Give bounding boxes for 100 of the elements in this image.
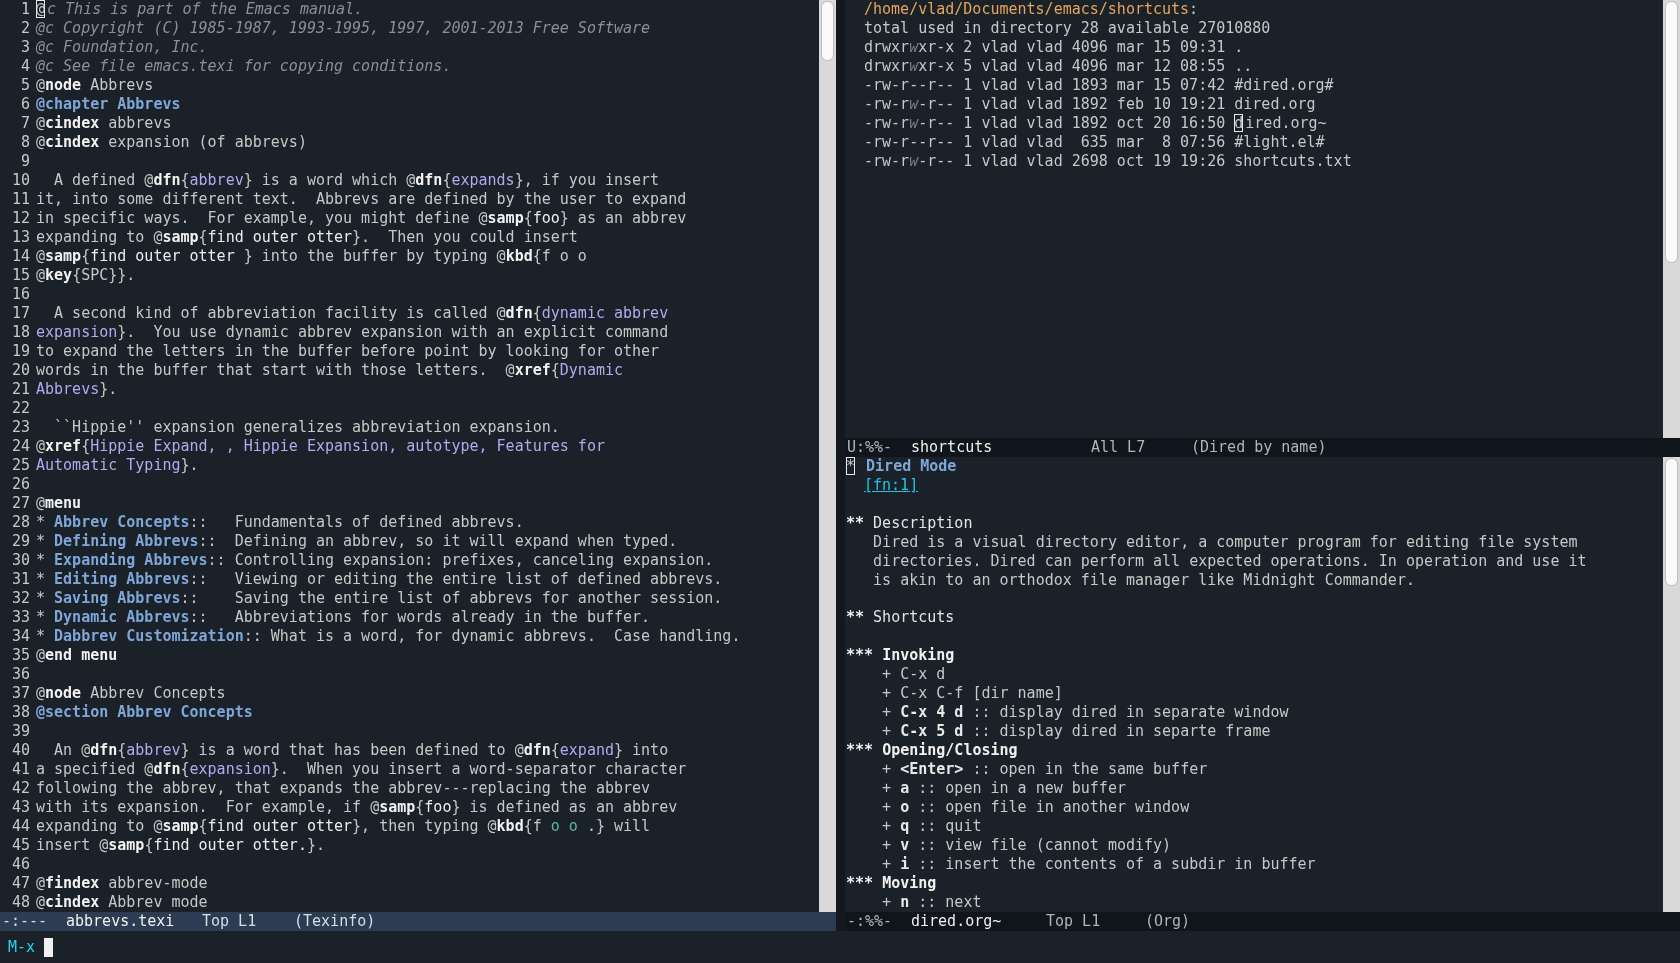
code-line: @cindex abbrevs [36, 114, 172, 133]
code-line: ``Hippie'' expansion generalizes abbreviation expansion. [53, 418, 560, 437]
line-number: 6 [20, 95, 30, 114]
code-line: following the abbrev, that expands the abbrev---replacing the abbrev [36, 779, 651, 798]
code-line: drwxrwxr-x 5 vlad vlad 4096 mar 12 08:55 .. [864, 57, 1253, 76]
code-line: is akin to an orthodox file manager like Midnight Commander. [872, 570, 1415, 590]
code-line: * Dynamic Abbrevs:: Abbreviations for words already in the buffer. [36, 608, 651, 627]
line-number: 28 [11, 513, 30, 532]
line-number: 31 [11, 570, 30, 589]
code-line: @end menu [36, 646, 118, 665]
code-line: *** Opening/Closing [846, 741, 1018, 760]
line-number: 18 [11, 323, 30, 342]
line-number: 4 [20, 57, 30, 76]
code-line: to expand the letters in the buffer before point by looking for other [36, 342, 660, 361]
line-number: 23 [11, 418, 30, 437]
code-line: @menu [36, 494, 82, 513]
code-line: [fn:1] [863, 476, 919, 495]
line-number: 48 [11, 893, 30, 912]
line-number: 21 [11, 380, 30, 399]
line-number: 35 [11, 646, 30, 665]
code-line: with its expansion. For example, if @samp{foo} is defined as an abbrev [36, 798, 678, 817]
line-number: 26 [11, 475, 30, 494]
code-line: @chapter Abbrevs [36, 95, 181, 114]
line-number: 3 [20, 38, 30, 57]
line-number: 8 [20, 133, 30, 152]
code-line: @cindex Abbrev mode [36, 893, 208, 912]
line-number: 20 [11, 361, 30, 380]
code-line: it, into some different text. Abbrevs are defined by the user to expand [36, 190, 687, 209]
cursor-position: Top L1 [1046, 912, 1102, 931]
major-mode: (Texinfo) [294, 912, 376, 931]
code-line: @node Abbrev Concepts [36, 684, 226, 703]
modified-status: U:%%- [847, 438, 894, 457]
line-number: 41 [11, 760, 30, 779]
code-line: @c See file emacs.texi for copying conditions. [36, 57, 452, 76]
code-line: A defined @dfn{abbrev} is a word which @dfn{expands}, if you insert [53, 171, 660, 190]
code-line: * Defining Abbrevs:: Defining an abbrev, so it will expand when typed. [36, 532, 678, 551]
code-line: /home/vlad/Documents/emacs/shortcuts: [864, 0, 1199, 19]
code-line: * Expanding Abbrevs:: Controlling expansion: prefixes, canceling expansion. [36, 551, 714, 570]
line-number: 1 [20, 0, 30, 19]
line-number: 7 [20, 114, 30, 133]
modified-status: -:%%- [847, 912, 894, 931]
code-line: @c Foundation, Inc. [36, 38, 208, 57]
code-line: + n :: next [881, 893, 982, 912]
line-number: 10 [11, 171, 30, 190]
scrollbar-thumb[interactable] [1665, 1, 1678, 263]
code-line: + q :: quit [881, 817, 982, 836]
code-line: expanding to @samp{find outer otter}. Then you could insert [36, 228, 578, 247]
line-number: 34 [11, 627, 30, 646]
line-number: 30 [11, 551, 30, 570]
code-line: @samp{find outer otter } into the buffer by typing @kbd{f o o [36, 247, 587, 266]
code-line: expansion}. You use dynamic abbrev expansion with an explicit command [36, 323, 669, 342]
buffer-name: shortcuts [911, 438, 994, 457]
line-number: 36 [11, 665, 30, 684]
code-line: -rw-r--r-- 1 vlad vlad 635 mar 8 07:56 #light.el# [864, 133, 1325, 152]
line-number: 25 [11, 456, 30, 475]
scrollbar-thumb[interactable] [1665, 458, 1678, 586]
line-number: 5 [20, 76, 30, 95]
code-line: + a :: open in a new buffer [881, 779, 1126, 798]
line-number: 45 [11, 836, 30, 855]
line-number: 47 [11, 874, 30, 893]
code-line: @findex abbrev-mode [36, 874, 208, 893]
code-line: Dired is a visual directory editor, a computer program for editing file system [872, 532, 1578, 552]
buffer-name: abbrevs.texi [66, 912, 176, 931]
line-number: 16 [11, 285, 30, 304]
code-line: Automatic Typing}. [36, 456, 199, 475]
code-line: @node Abbrevs [36, 76, 154, 95]
major-mode: (Org) [1145, 912, 1191, 931]
code-line: a specified @dfn{expansion}. When you insert a word-separator character [36, 760, 687, 779]
line-number: 46 [11, 855, 30, 874]
line-number: 37 [11, 684, 30, 703]
line-number: 39 [11, 722, 30, 741]
line-number: 13 [11, 228, 30, 247]
code-line: * Dabbrev Customization:: What is a word, for dynamic abbrevs. Case handling. [36, 627, 741, 646]
code-line: expanding to @samp{find outer otter}, then typing @kbd{f o o .} will [36, 817, 651, 836]
code-line: @cindex expansion (of abbrevs) [36, 133, 307, 152]
line-number: 12 [11, 209, 30, 228]
minibuffer-prompt: M-x [8, 937, 36, 957]
code-line: * Abbrev Concepts:: Fundamentals of defined abbrevs. [36, 513, 524, 532]
code-line: -rw-r--r-- 1 vlad vlad 1893 mar 15 07:42 #dired.org# [864, 76, 1334, 95]
scrollbar[interactable] [1663, 457, 1680, 912]
scrollbar[interactable] [819, 0, 836, 912]
line-number: 11 [11, 190, 30, 209]
text-cursor [44, 937, 54, 957]
code-line: insert @samp{find outer otter.}. [36, 836, 325, 855]
code-line: @section Abbrev Concepts [36, 703, 253, 722]
code-line: -rw-rw-r-- 1 vlad vlad 1892 oct 20 16:50 d ired.org~ [864, 114, 1327, 133]
code-line: + C-x 4 d :: display dired in separate window [881, 703, 1289, 722]
code-line: + C-x 5 d :: display dired in separte frame [881, 722, 1271, 741]
code-line: in specific ways. For example, you might define @samp{foo} as an abbrev [36, 209, 687, 228]
line-number: 32 [11, 589, 30, 608]
scrollbar[interactable] [1663, 0, 1680, 438]
code-line: * Saving Abbrevs:: Saving the entire list of abbrevs for another session. [36, 589, 723, 608]
code-line: A second kind of abbreviation facility is called @dfn{dynamic abbrev [53, 304, 669, 323]
line-number: 19 [11, 342, 30, 361]
line-number: 40 [11, 741, 30, 760]
scrollbar-thumb[interactable] [821, 1, 834, 61]
line-number: 29 [11, 532, 30, 551]
code-line: ** Shortcuts [846, 608, 955, 628]
line-number: 22 [11, 399, 30, 418]
code-line: @key{SPC}}. [36, 266, 136, 285]
